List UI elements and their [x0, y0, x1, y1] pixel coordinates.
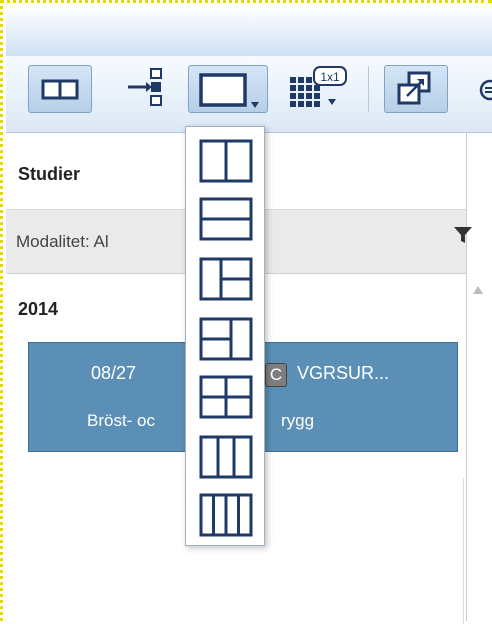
tile-grid-icon: 1x1 [290, 66, 347, 107]
left-two-right-layout-icon[interactable] [199, 257, 253, 301]
study-description-tail: rygg [281, 411, 315, 430]
four-columns-layout-icon[interactable] [199, 493, 253, 537]
scroll-up-arrow[interactable] [473, 286, 483, 294]
single-viewport-icon [199, 73, 259, 108]
modality-badge: C [265, 363, 287, 387]
four-grid-layout-icon[interactable] [199, 375, 253, 419]
side-by-side-view-button[interactable] [28, 65, 92, 113]
tile-count-badge: 1x1 [320, 70, 340, 84]
external-window-icon [397, 71, 431, 105]
chevron-down-icon [251, 102, 259, 108]
three-columns-layout-icon[interactable] [199, 435, 253, 479]
external-window-button[interactable] [384, 65, 448, 113]
filter-label: Modalitet: Al [16, 232, 109, 251]
side-by-side-icon [41, 79, 79, 100]
viewport-layout-button[interactable] [188, 65, 268, 113]
study-date: 08/27 [91, 363, 137, 383]
toolbar: 1x1 [6, 56, 492, 133]
checklist-arrow-icon [128, 68, 162, 106]
two-left-right-layout-icon[interactable] [199, 317, 253, 361]
filter-icon[interactable] [453, 226, 473, 244]
layout-dropdown [185, 126, 265, 546]
study-code: VGRSUR... [297, 363, 390, 383]
toolbar-separator [368, 66, 369, 112]
zoom-icon[interactable] [477, 77, 492, 103]
two-rows-layout-icon[interactable] [199, 197, 253, 241]
divider [463, 478, 464, 624]
tile-layout-button[interactable]: 1x1 [278, 65, 362, 113]
tab-label: Studier [18, 164, 81, 184]
year-label: 2014 [18, 299, 59, 319]
two-columns-layout-icon[interactable] [199, 139, 253, 183]
title-bar [6, 6, 492, 56]
hanging-protocol-button[interactable] [110, 65, 174, 113]
study-description: Bröst- oc [87, 411, 156, 430]
